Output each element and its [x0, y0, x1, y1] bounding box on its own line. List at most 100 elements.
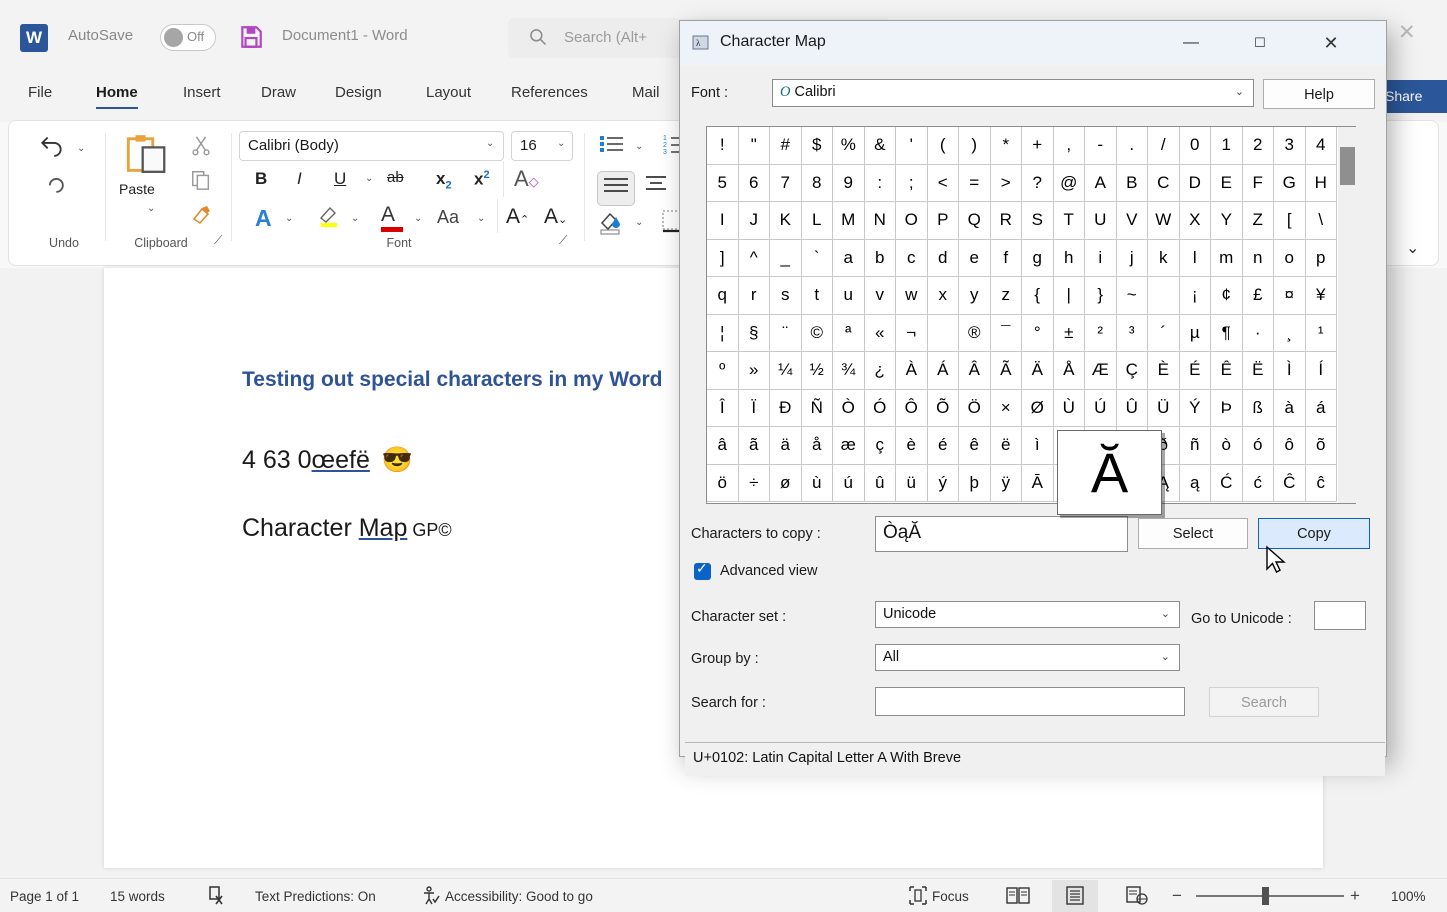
- character-cell[interactable]: ù: [802, 465, 834, 503]
- character-cell[interactable]: w: [896, 277, 928, 315]
- character-cell[interactable]: ¶: [1211, 315, 1243, 353]
- character-cell[interactable]: É: [1180, 352, 1212, 390]
- character-cell[interactable]: q: [707, 277, 739, 315]
- go-to-unicode-input[interactable]: [1314, 601, 1366, 630]
- character-cell[interactable]: G: [1274, 165, 1306, 203]
- character-cell[interactable]: ': [896, 127, 928, 165]
- focus-icon[interactable]: [908, 885, 928, 911]
- character-cell[interactable]: F: [1243, 165, 1275, 203]
- shading-chevron-down-icon[interactable]: ⌄: [635, 217, 643, 228]
- character-cell[interactable]: þ: [959, 465, 991, 503]
- character-cell[interactable]: ;: [896, 165, 928, 203]
- status-focus[interactable]: Focus: [932, 889, 969, 904]
- font-size-chevron-down-icon[interactable]: ⌄: [557, 138, 565, 149]
- character-cell[interactable]: Û: [1117, 390, 1149, 428]
- window-close-icon[interactable]: ✕: [1398, 20, 1416, 45]
- character-cell[interactable]: <: [928, 165, 960, 203]
- text-effects-chevron-down-icon[interactable]: ⌄: [285, 213, 293, 224]
- align-center-button[interactable]: [642, 173, 670, 200]
- character-cell[interactable]: 5: [707, 165, 739, 203]
- character-cell[interactable]: Ĉ: [1274, 465, 1306, 503]
- strikethrough-button[interactable]: ab: [387, 169, 404, 186]
- character-cell[interactable]: û: [865, 465, 897, 503]
- character-cell[interactable]: O: [896, 202, 928, 240]
- character-cell[interactable]: ÷: [739, 465, 771, 503]
- character-cell[interactable]: ": [739, 127, 771, 165]
- underline-chevron-down-icon[interactable]: ⌄: [365, 173, 373, 184]
- character-cell[interactable]: ¤: [1274, 277, 1306, 315]
- character-cell[interactable]: N: [865, 202, 897, 240]
- character-cell[interactable]: 1: [1211, 127, 1243, 165]
- character-cell[interactable]: x: [928, 277, 960, 315]
- tab-design[interactable]: Design: [335, 84, 382, 101]
- scrollbar-thumb[interactable]: [1340, 147, 1355, 185]
- character-cell[interactable]: A: [1085, 165, 1117, 203]
- tab-file[interactable]: File: [28, 84, 52, 101]
- character-cell[interactable]: k: [1148, 240, 1180, 278]
- character-cell[interactable]: S: [1022, 202, 1054, 240]
- character-cell[interactable]: é: [928, 427, 960, 465]
- character-cell[interactable]: ^: [739, 240, 771, 278]
- character-cell[interactable]: õ: [1306, 427, 1338, 465]
- character-cell[interactable]: ?: [1022, 165, 1054, 203]
- character-cell[interactable]: Ô: [896, 390, 928, 428]
- proofing-errors-icon[interactable]: [207, 885, 227, 911]
- character-cell[interactable]: L: [802, 202, 834, 240]
- character-cell[interactable]: ®: [959, 315, 991, 353]
- advanced-view-checkbox[interactable]: [694, 563, 711, 580]
- character-cell[interactable]: Ö: [959, 390, 991, 428]
- bold-button[interactable]: B: [255, 169, 267, 189]
- save-icon[interactable]: [238, 24, 264, 50]
- character-cell[interactable]: ¦: [707, 315, 739, 353]
- character-cell[interactable]: ©: [802, 315, 834, 353]
- character-cell[interactable]: ¢: [1211, 277, 1243, 315]
- character-cell[interactable]: á: [1306, 390, 1338, 428]
- status-text-predictions[interactable]: Text Predictions: On: [255, 889, 376, 904]
- character-cell[interactable]: Õ: [928, 390, 960, 428]
- character-cell[interactable]: 7: [770, 165, 802, 203]
- character-cell[interactable]: $: [802, 127, 834, 165]
- align-left-button[interactable]: [597, 171, 635, 206]
- font-color-chevron-down-icon[interactable]: ⌄: [414, 213, 422, 224]
- character-cell[interactable]: o: [1274, 240, 1306, 278]
- character-cell[interactable]: Æ: [1085, 352, 1117, 390]
- character-cell[interactable]: ]: [707, 240, 739, 278]
- character-cell[interactable]: ¼: [770, 352, 802, 390]
- character-cell[interactable]: ä: [770, 427, 802, 465]
- highlight-chevron-down-icon[interactable]: ⌄: [351, 213, 359, 224]
- character-cell[interactable]: ç: [865, 427, 897, 465]
- character-cell[interactable]: Z: [1243, 202, 1275, 240]
- character-cell[interactable]: ,: [1054, 127, 1086, 165]
- character-cell[interactable]: ´: [1148, 315, 1180, 353]
- font-color-button[interactable]: A: [381, 203, 395, 227]
- shrink-font-button[interactable]: A⌄: [544, 205, 567, 229]
- character-grid-frame[interactable]: !"#$%&'()*+,-./0123456789:;<=>?@ABCDEFGH…: [706, 126, 1356, 504]
- character-cell[interactable]: (: [928, 127, 960, 165]
- character-cell[interactable]: =: [959, 165, 991, 203]
- status-words[interactable]: 15 words: [110, 889, 165, 904]
- character-cell[interactable]: ¬: [896, 315, 928, 353]
- character-cell[interactable]: Q: [959, 202, 991, 240]
- character-cell[interactable]: m: [1211, 240, 1243, 278]
- character-cell[interactable]: Ü: [1148, 390, 1180, 428]
- character-cell[interactable]: Ā: [1022, 465, 1054, 503]
- character-cell[interactable]: ¡: [1180, 277, 1212, 315]
- character-cell[interactable]: Y: [1211, 202, 1243, 240]
- character-cell[interactable]: 3: [1274, 127, 1306, 165]
- character-cell[interactable]: ~: [1117, 277, 1149, 315]
- character-cell[interactable]: c: [896, 240, 928, 278]
- character-cell[interactable]: X: [1180, 202, 1212, 240]
- character-cell[interactable]: ÿ: [991, 465, 1023, 503]
- group-by-chevron-down-icon[interactable]: ⌄: [1161, 650, 1170, 663]
- character-cell[interactable]: Ñ: [802, 390, 834, 428]
- character-cell[interactable]: ú: [833, 465, 865, 503]
- character-cell[interactable]: ą: [1180, 465, 1212, 503]
- character-cell[interactable]: Î: [707, 390, 739, 428]
- zoom-in-button[interactable]: +: [1350, 886, 1360, 906]
- character-set-chevron-down-icon[interactable]: ⌄: [1161, 607, 1170, 620]
- character-cell[interactable]: n: [1243, 240, 1275, 278]
- character-cell[interactable]: E: [1211, 165, 1243, 203]
- character-cell[interactable]: 2: [1243, 127, 1275, 165]
- autosave-toggle[interactable]: Off: [160, 24, 216, 51]
- character-cell[interactable]: f: [991, 240, 1023, 278]
